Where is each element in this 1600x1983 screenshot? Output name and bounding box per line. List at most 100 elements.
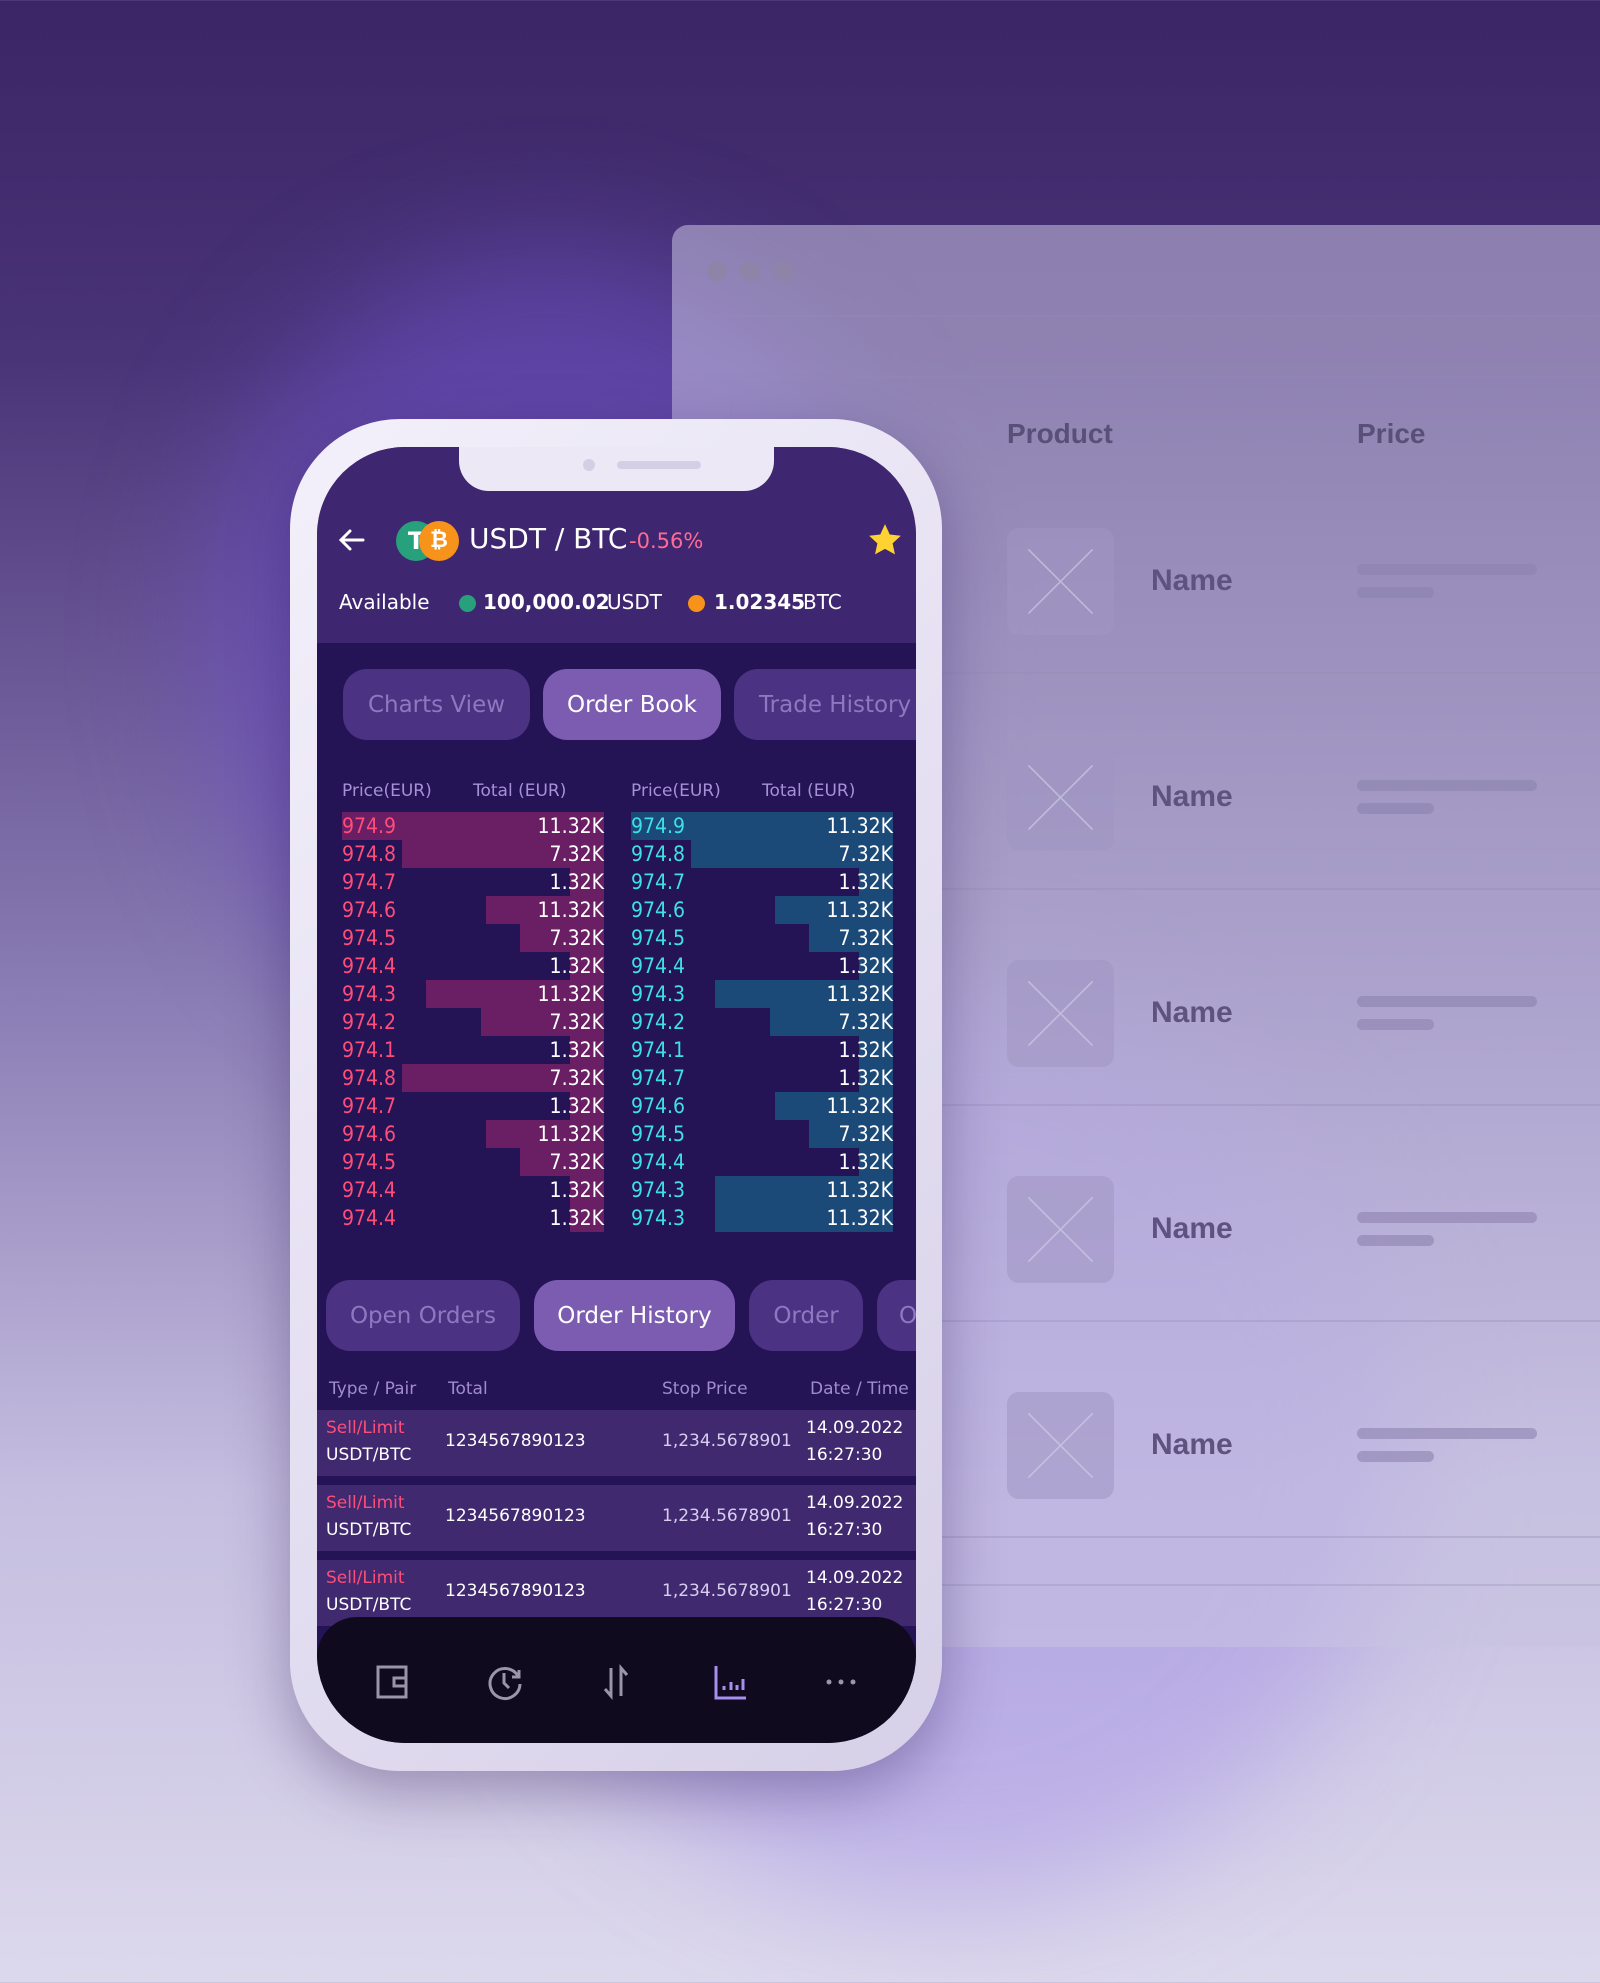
header-type-pair: Type / Pair [329, 1379, 417, 1399]
ask-row[interactable]: 974.8 7.32K [342, 1064, 604, 1092]
asks-price-header: Price(EUR) [342, 781, 432, 801]
more-icon[interactable] [821, 1662, 861, 1702]
order-total: 7.32K [549, 1066, 604, 1090]
order-price: 974.3 [631, 1206, 686, 1230]
order-total: 11.32K [826, 1178, 893, 1202]
order-pair: USDT/BTC [326, 1595, 412, 1615]
order-price: 974.7 [342, 1094, 397, 1118]
price-placeholder [1357, 564, 1537, 575]
order-total: 11.32K [537, 898, 604, 922]
ask-row[interactable]: 974.5 7.32K [342, 924, 604, 952]
bid-row[interactable]: 974.4 1.32K [631, 1148, 893, 1176]
btc-coin-icon: ₿ [419, 521, 459, 561]
ask-row[interactable]: 974.1 1.32K [342, 1036, 604, 1064]
product-image-placeholder [1007, 1176, 1114, 1283]
order-date: 14.09.2022 [806, 1568, 904, 1588]
bid-row[interactable]: 974.4 1.32K [631, 952, 893, 980]
ask-row[interactable]: 974.4 1.32K [342, 1176, 604, 1204]
ask-row[interactable]: 974.4 1.32K [342, 952, 604, 980]
price-placeholder [1357, 996, 1537, 1007]
exchange-icon[interactable] [596, 1662, 636, 1702]
ask-row[interactable]: 974.4 1.32K [342, 1204, 604, 1232]
order-time: 16:27:30 [806, 1520, 883, 1540]
header-total: Total [448, 1379, 488, 1399]
tab-charts-view[interactable]: Charts View [343, 669, 530, 740]
order-total: 7.32K [838, 926, 893, 950]
order-total: 7.32K [549, 1010, 604, 1034]
chart-icon[interactable] [710, 1662, 750, 1702]
ask-row[interactable]: 974.7 1.32K [342, 1092, 604, 1120]
bid-row[interactable]: 974.5 7.32K [631, 924, 893, 952]
order-price: 974.4 [342, 1206, 397, 1230]
order-total: 1234567890123 [445, 1581, 586, 1601]
order-price: 974.5 [342, 926, 397, 950]
order-price: 974.4 [631, 1150, 686, 1174]
bid-row[interactable]: 974.1 1.32K [631, 1036, 893, 1064]
ask-row[interactable]: 974.2 7.32K [342, 1008, 604, 1036]
bid-row[interactable]: 974.6 11.32K [631, 896, 893, 924]
ask-row[interactable]: 974.6 11.32K [342, 1120, 604, 1148]
bid-row[interactable]: 974.6 11.32K [631, 1092, 893, 1120]
order-price: 974.8 [631, 842, 686, 866]
bid-row[interactable]: 974.9 11.32K [631, 812, 893, 840]
bid-row[interactable]: 974.5 7.32K [631, 1120, 893, 1148]
price-change: -0.56% [629, 529, 704, 553]
order-price: 974.4 [631, 954, 686, 978]
bid-row[interactable]: 974.8 7.32K [631, 840, 893, 868]
order-stop-price: 1,234.5678901 [662, 1431, 792, 1451]
btc-balance: 1.02345 [714, 590, 806, 614]
tab-open-orders[interactable]: Open Orders [326, 1280, 520, 1351]
bid-row[interactable]: 974.7 1.32K [631, 1064, 893, 1092]
bottom-nav [317, 1617, 916, 1743]
order-date: 14.09.2022 [806, 1493, 904, 1513]
order-total: 7.32K [838, 1122, 893, 1146]
order-total: 11.32K [826, 814, 893, 838]
order-stop-price: 1,234.5678901 [662, 1581, 792, 1601]
product-image-placeholder [1007, 744, 1114, 851]
tab-more-orders[interactable]: O [877, 1280, 916, 1351]
tab-order[interactable]: Order [749, 1280, 863, 1351]
order-time: 16:27:30 [806, 1445, 883, 1465]
ask-row[interactable]: 974.6 11.32K [342, 896, 604, 924]
ask-row[interactable]: 974.9 11.32K [342, 812, 604, 840]
tab-order-book[interactable]: Order Book [543, 669, 721, 740]
ask-row[interactable]: 974.3 11.32K [342, 980, 604, 1008]
order-time: 16:27:30 [806, 1595, 883, 1615]
history-icon[interactable] [485, 1662, 525, 1702]
ask-row[interactable]: 974.5 7.32K [342, 1148, 604, 1176]
ask-row[interactable]: 974.7 1.32K [342, 868, 604, 896]
tab-order-history[interactable]: Order History [534, 1280, 735, 1351]
back-arrow-icon[interactable] [337, 525, 367, 555]
order-price: 974.5 [342, 1150, 397, 1174]
column-header-product: Product [1007, 418, 1113, 449]
order-total: 11.32K [826, 982, 893, 1006]
bid-row[interactable]: 974.3 11.32K [631, 1204, 893, 1232]
tab-trade-history[interactable]: Trade History [734, 669, 916, 740]
order-history-row[interactable]: Sell/Limit USDT/BTC 1234567890123 1,234.… [317, 1410, 916, 1476]
ask-row[interactable]: 974.8 7.32K [342, 840, 604, 868]
star-icon[interactable] [866, 521, 904, 559]
bid-row[interactable]: 974.3 11.32K [631, 1176, 893, 1204]
pair-title: USDT / BTC [469, 522, 628, 555]
order-stop-price: 1,234.5678901 [662, 1506, 792, 1526]
available-label: Available [339, 590, 430, 614]
order-history-row[interactable]: Sell/Limit USDT/BTC 1234567890123 1,234.… [317, 1485, 916, 1551]
usdt-balance: 100,000.02 [483, 590, 610, 614]
bid-row[interactable]: 974.2 7.32K [631, 1008, 893, 1036]
wallet-icon[interactable] [372, 1662, 412, 1702]
usdt-unit: USDT [607, 590, 662, 614]
phone-screen: T ₿ USDT / BTC -0.56% Available 100,000.… [317, 447, 916, 1743]
order-total: 1.32K [838, 954, 893, 978]
order-total: 11.32K [826, 1206, 893, 1230]
order-price: 974.5 [631, 926, 686, 950]
bid-row[interactable]: 974.7 1.32K [631, 868, 893, 896]
order-price: 974.7 [342, 870, 397, 894]
order-total: 11.32K [537, 982, 604, 1006]
product-name: Name [1151, 1428, 1233, 1461]
order-type: Sell/Limit [326, 1568, 405, 1588]
product-image-placeholder [1007, 528, 1114, 635]
bid-row[interactable]: 974.3 11.32K [631, 980, 893, 1008]
order-total: 1234567890123 [445, 1506, 586, 1526]
price-placeholder [1357, 1428, 1537, 1439]
order-total: 7.32K [549, 842, 604, 866]
